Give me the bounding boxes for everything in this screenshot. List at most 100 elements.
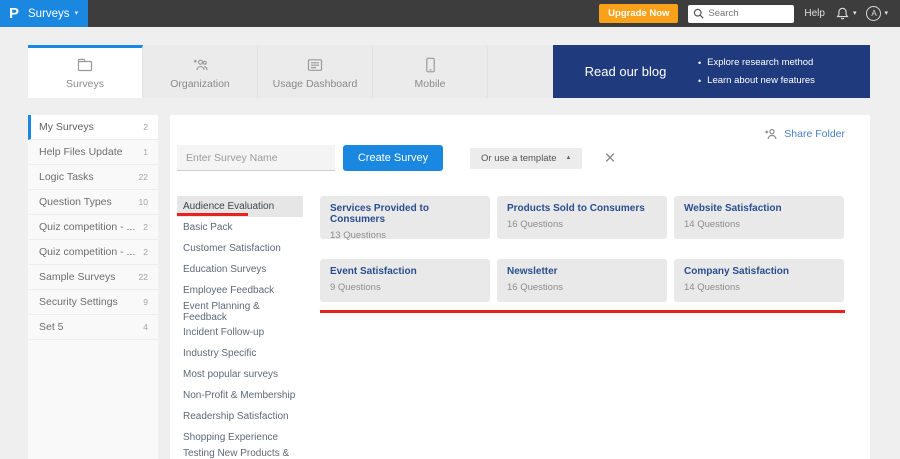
blog-banner-bullets: • Explore research method • Learn about …	[698, 57, 815, 86]
category-label: Basic Pack	[183, 222, 233, 233]
red-annotation-line	[320, 310, 845, 313]
sidebar-folder-item[interactable]: Security Settings 9	[28, 290, 158, 315]
product-switcher-menu[interactable]: Surveys ▾	[28, 8, 78, 20]
template-category-item[interactable]: Most popular surveys	[177, 364, 303, 385]
folder-icon	[77, 58, 93, 72]
tab-strip-filler	[488, 45, 553, 98]
template-card[interactable]: Products Sold to Consumers 16 Questions	[497, 196, 667, 239]
folder-count-badge: 10	[138, 197, 148, 207]
folder-label: Quiz competition - ...	[39, 246, 136, 258]
tab-mobile[interactable]: Mobile	[373, 45, 488, 98]
chevron-down-icon: ▾	[74, 10, 79, 17]
template-cards-grid: Services Provided to Consumers 13 Questi…	[320, 196, 845, 302]
dashboard-icon	[307, 59, 323, 71]
folder-label: Security Settings	[39, 296, 118, 308]
bell-icon	[836, 7, 849, 20]
survey-name-input[interactable]	[177, 145, 335, 171]
tab-label: Surveys	[66, 78, 104, 90]
blog-banner[interactable]: Read our blog • Explore research method …	[553, 45, 870, 98]
tab-label: Organization	[170, 78, 230, 90]
sidebar-folder-item[interactable]: My Surveys 2	[28, 115, 158, 140]
template-title: Services Provided to Consumers	[330, 203, 429, 225]
template-category-item[interactable]: Basic Pack	[177, 217, 303, 238]
template-question-count: 16 Questions	[507, 282, 563, 293]
tab-organization[interactable]: Organization	[143, 45, 258, 98]
close-template-panel-button[interactable]: ×	[604, 149, 615, 168]
help-link[interactable]: Help	[804, 8, 825, 19]
template-title: Products Sold to Consumers	[507, 203, 645, 214]
create-survey-button[interactable]: Create Survey	[343, 145, 443, 171]
template-category-item[interactable]: Education Surveys	[177, 259, 303, 280]
blog-bullet-item: • Learn about new features	[698, 75, 815, 86]
template-question-count: 14 Questions	[684, 282, 740, 293]
template-category-item[interactable]: Event Planning & Feedback	[177, 300, 303, 323]
template-question-count: 13 Questions	[330, 230, 386, 241]
template-category-item[interactable]: Shopping Experience	[177, 427, 303, 448]
template-card[interactable]: Newsletter 16 Questions	[497, 259, 667, 302]
folder-label: Quiz competition - ...	[39, 221, 136, 233]
folder-label: Sample Surveys	[39, 271, 116, 283]
bullet-icon: •	[698, 57, 702, 68]
template-category-item[interactable]: Customer Satisfaction	[177, 238, 303, 259]
chevron-down-icon: ▾	[884, 10, 888, 17]
template-category-item[interactable]: Industry Specific	[177, 343, 303, 364]
tab-label: Usage Dashboard	[272, 78, 358, 90]
template-category-item[interactable]: Testing New Products & Services	[177, 448, 303, 459]
red-annotation-underline	[177, 213, 248, 216]
sidebar-folder-item[interactable]: Sample Surveys 22	[28, 265, 158, 290]
search-input[interactable]	[708, 8, 790, 19]
folder-count-badge: 22	[138, 272, 148, 282]
sidebar-folder-item[interactable]: Logic Tasks 22	[28, 165, 158, 190]
organization-icon	[193, 59, 208, 71]
sidebar-folder-item[interactable]: Help Files Update 1	[28, 140, 158, 165]
template-question-count: 16 Questions	[507, 219, 563, 230]
template-title: Company Satisfaction	[684, 266, 790, 277]
template-card[interactable]: Company Satisfaction 14 Questions	[674, 259, 844, 302]
top-bar: P Surveys ▾ Upgrade Now Help ▾ A ▾	[0, 0, 900, 27]
template-card[interactable]: Website Satisfaction 14 Questions	[674, 196, 844, 239]
folder-count-badge: 4	[143, 322, 148, 332]
template-title: Event Satisfaction	[330, 266, 417, 277]
tab-usage-dashboard[interactable]: Usage Dashboard	[258, 45, 373, 98]
folder-count-badge: 1	[143, 147, 148, 157]
template-question-count: 14 Questions	[684, 219, 740, 230]
product-menu-label: Surveys	[28, 7, 70, 20]
logo-block: P Surveys ▾	[0, 0, 88, 27]
blog-bullet-item: • Explore research method	[698, 57, 815, 68]
folder-label: Question Types	[39, 196, 112, 208]
account-menu[interactable]: A ▾	[866, 6, 888, 21]
sidebar-folder-item[interactable]: Quiz competition - ... 2	[28, 240, 158, 265]
category-label: Audience Evaluation	[183, 201, 275, 212]
folder-count-badge: 2	[143, 122, 148, 132]
notifications-menu[interactable]: ▾	[835, 6, 856, 21]
blog-bullet-text: Explore research method	[707, 57, 814, 68]
search-box	[688, 4, 795, 23]
sidebar-folder-item[interactable]: Question Types 10	[28, 190, 158, 215]
category-label: Most popular surveys	[183, 369, 279, 380]
blog-bullet-text: Learn about new features	[707, 75, 815, 86]
share-folder-button[interactable]: Share Folder	[764, 127, 845, 141]
sidebar-folder-item[interactable]: Set 5 4	[28, 315, 158, 340]
tab-surveys[interactable]: Surveys	[28, 45, 143, 98]
folder-label: My Surveys	[39, 121, 94, 133]
category-label: Event Planning & Feedback	[183, 300, 260, 323]
folder-count-badge: 2	[143, 247, 148, 257]
template-question-count: 9 Questions	[330, 282, 381, 293]
template-category-item[interactable]: Incident Follow-up	[177, 322, 303, 343]
template-picker: Audience Evaluation Basic Pack Customer …	[177, 196, 870, 459]
category-label: Customer Satisfaction	[183, 243, 281, 254]
share-folder-label: Share Folder	[784, 128, 845, 140]
template-title: Newsletter	[507, 266, 558, 277]
template-category-item[interactable]: Employee Feedback	[177, 280, 303, 301]
sidebar-folder-item[interactable]: Quiz competition - ... 2	[28, 215, 158, 240]
tab-strip: Surveys Organization Usage Dashboard Mob…	[28, 45, 870, 98]
proprofs-logo-icon: P	[9, 5, 20, 22]
content-area: My Surveys 2 Help Files Update 1 Logic T…	[28, 115, 870, 459]
template-card[interactable]: Event Satisfaction 9 Questions	[320, 259, 490, 302]
upgrade-now-button[interactable]: Upgrade Now	[599, 4, 679, 23]
template-category-item[interactable]: Non-Profit & Membership	[177, 385, 303, 406]
template-card[interactable]: Services Provided to Consumers 13 Questi…	[320, 196, 490, 241]
search-icon	[694, 8, 705, 19]
template-category-item[interactable]: Readership Satisfaction	[177, 406, 303, 427]
use-template-dropdown[interactable]: Or use a template ▲	[470, 147, 583, 169]
